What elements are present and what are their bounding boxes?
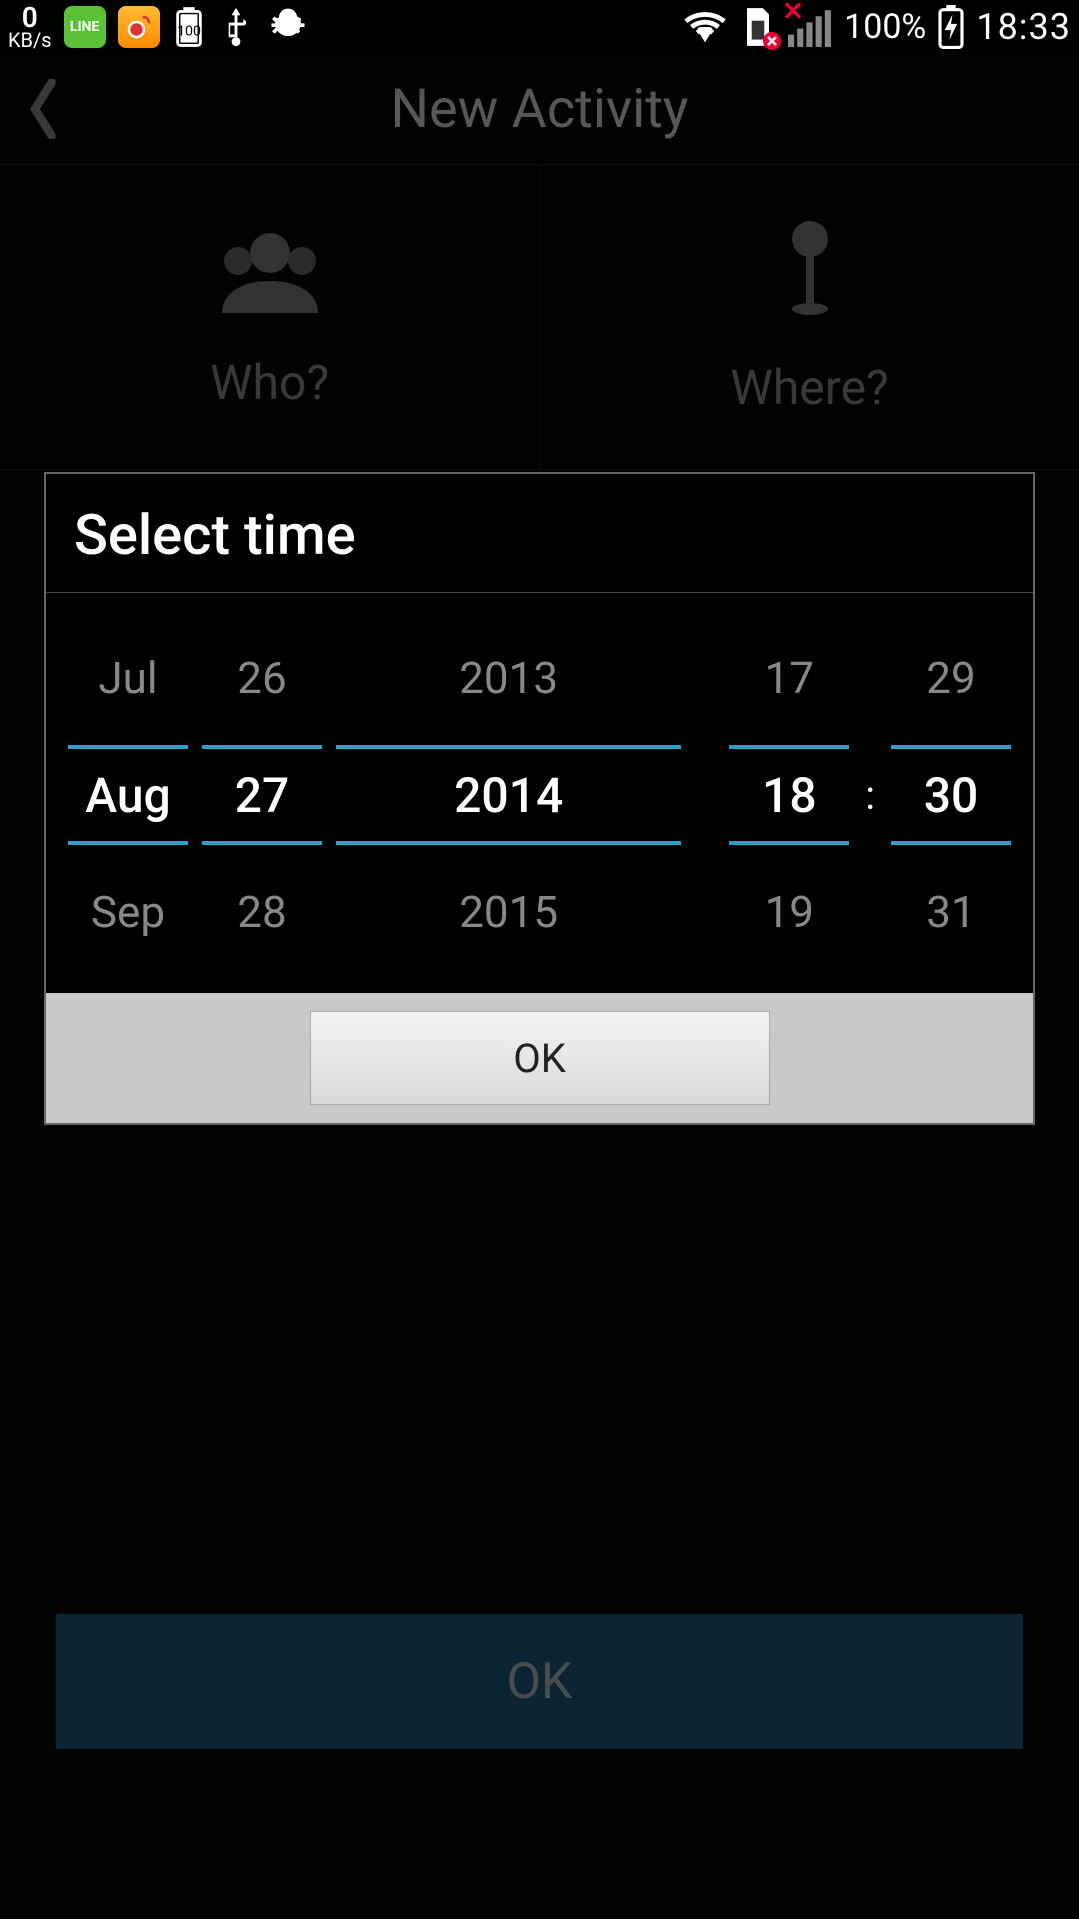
month-next[interactable]: Sep: [91, 867, 165, 957]
status-clock: 18:33: [976, 6, 1071, 48]
minute-picker[interactable]: 29 30 31: [891, 633, 1011, 957]
usb-icon: [218, 5, 254, 49]
kbs-value: 0: [22, 5, 38, 30]
day-picker[interactable]: 26 27 28: [202, 633, 322, 957]
year-next[interactable]: 2015: [459, 867, 558, 957]
minute-prev[interactable]: 29: [926, 633, 975, 723]
select-time-dialog: Select time Jul Aug Sep 26 27 28 2013 20…: [44, 472, 1035, 1125]
day-next[interactable]: 28: [237, 867, 286, 957]
no-signal-x-icon: ✕: [782, 0, 804, 27]
dialog-ok-button[interactable]: OK: [310, 1011, 770, 1105]
year-prev[interactable]: 2013: [459, 633, 558, 723]
line-app-icon: LINE: [64, 6, 106, 48]
weibo-app-icon: [118, 6, 160, 48]
status-bar: 0 KB/s LINE 100: [0, 0, 1079, 54]
dialog-title: Select time: [46, 474, 1033, 593]
debug-icon: [266, 5, 310, 49]
sim-card-icon: [738, 5, 778, 49]
wifi-icon: [682, 9, 728, 45]
minute-current[interactable]: 30: [891, 745, 1011, 845]
network-speed: 0 KB/s: [8, 5, 52, 48]
month-picker[interactable]: Jul Aug Sep: [68, 633, 188, 957]
battery-charging-icon: [936, 5, 966, 49]
hour-current[interactable]: 18: [729, 745, 849, 845]
hour-picker[interactable]: 17 18 19: [729, 633, 849, 957]
month-prev[interactable]: Jul: [98, 633, 157, 723]
day-prev[interactable]: 26: [237, 633, 286, 723]
day-current[interactable]: 27: [202, 745, 322, 845]
kbs-unit: KB/s: [8, 31, 52, 49]
signal-icon: ✕: [788, 7, 834, 47]
hour-prev[interactable]: 17: [765, 633, 814, 723]
time-colon: :: [863, 772, 877, 819]
year-current[interactable]: 2014: [336, 745, 681, 845]
year-picker[interactable]: 2013 2014 2015: [336, 633, 681, 957]
battery-percent: 100%: [844, 7, 926, 47]
dialog-footer: OK: [46, 993, 1033, 1123]
datetime-pickers: Jul Aug Sep 26 27 28 2013 2014 2015 17 1…: [46, 593, 1033, 993]
hour-next[interactable]: 19: [765, 867, 814, 957]
minute-next[interactable]: 31: [926, 867, 975, 957]
month-current[interactable]: Aug: [68, 745, 188, 845]
svg-text:100: 100: [177, 24, 201, 40]
battery-level-icon: 100: [172, 7, 206, 47]
